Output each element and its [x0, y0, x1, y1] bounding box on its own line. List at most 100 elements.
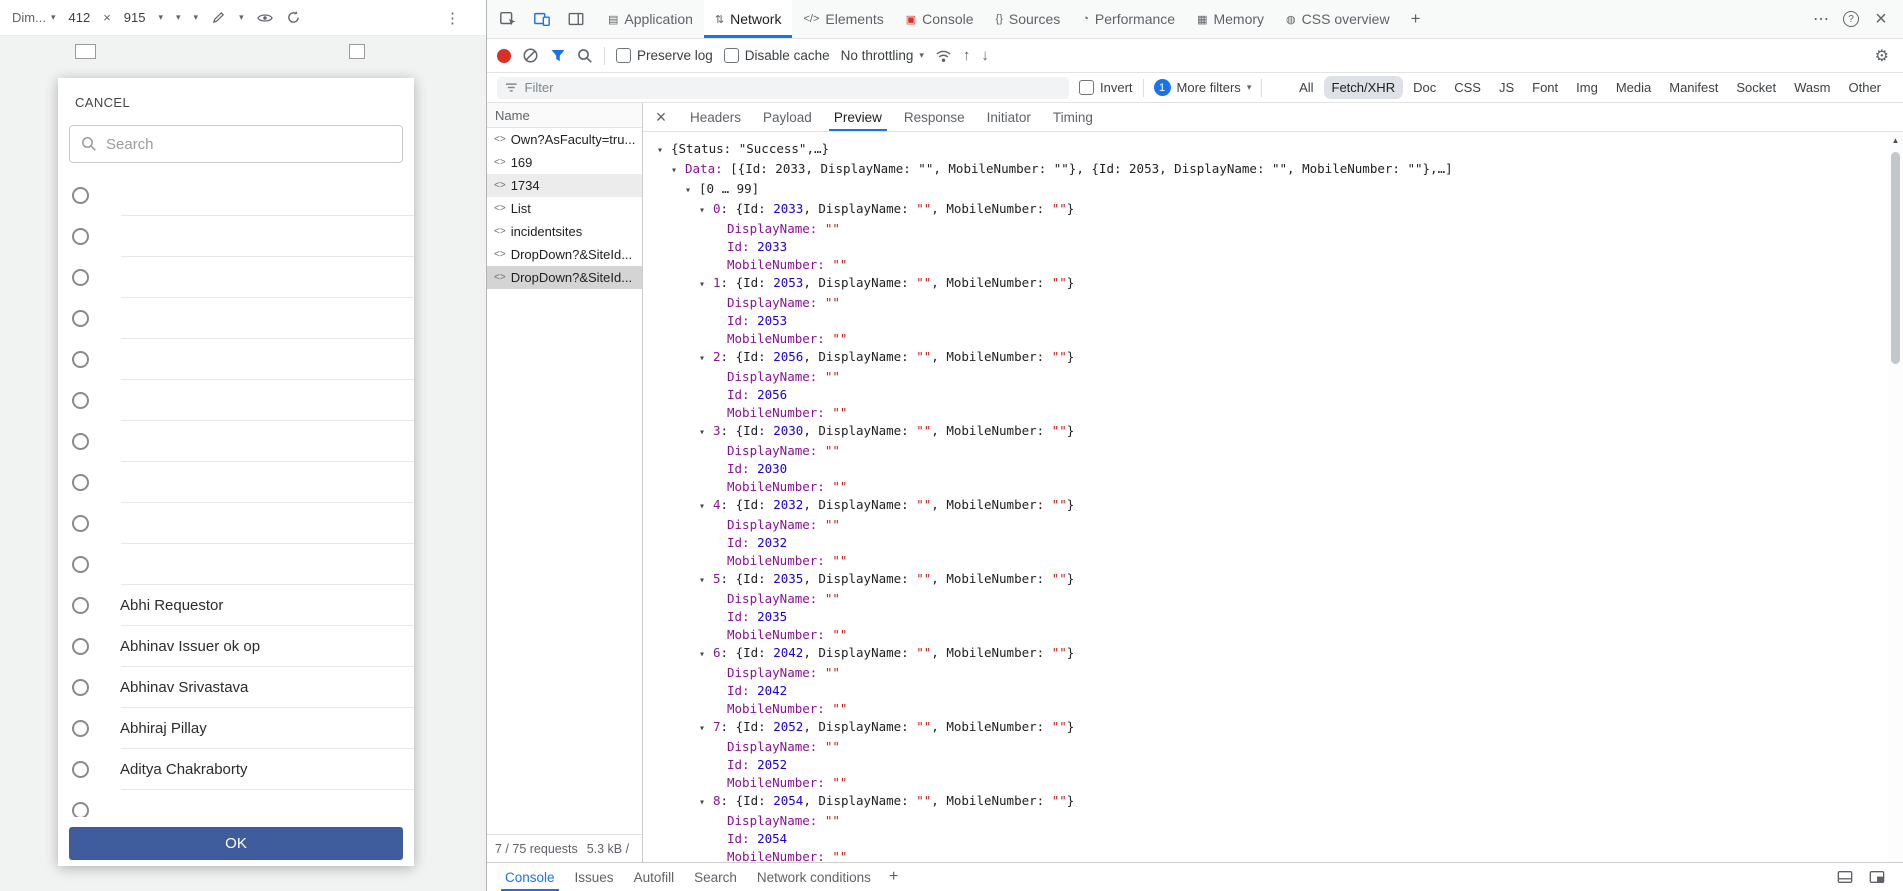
drawer-tab[interactable]: Issues	[565, 863, 624, 891]
device-toolbar-menu-icon[interactable]: ⋮	[445, 9, 460, 27]
help-icon[interactable]: ?	[1837, 5, 1865, 33]
disclosure-triangle-icon[interactable]: ▾	[699, 498, 713, 516]
person-row[interactable]: Abhinav Issuer ok op	[58, 626, 414, 667]
devtools-tab[interactable]: ◍ CSS overview	[1275, 0, 1401, 38]
item-mobilenumber-line[interactable]: MobileNumber: ""	[643, 626, 1903, 644]
page-input-box[interactable]	[75, 44, 96, 59]
request-type-pill[interactable]: Socket	[1728, 76, 1784, 99]
filter-icon[interactable]	[550, 48, 566, 63]
preserve-log-checkbox[interactable]: Preserve log	[616, 48, 713, 63]
disclosure-triangle-icon[interactable]: ▾	[699, 572, 713, 590]
item-id-line[interactable]: Id: 2035	[643, 608, 1903, 626]
disclosure-triangle-icon[interactable]: ▾	[699, 276, 713, 294]
details-tab[interactable]: Headers	[679, 103, 752, 131]
json-data-line[interactable]: ▾Data: [{Id: 2033, DisplayName: "", Mobi…	[643, 160, 1903, 180]
request-row[interactable]: <> Own?AsFaculty=tru...	[487, 128, 642, 151]
disclosure-triangle-icon[interactable]: ▾	[699, 720, 713, 738]
item-displayname-line[interactable]: DisplayName: ""	[643, 738, 1903, 756]
item-id-line[interactable]: Id: 2054	[643, 830, 1903, 848]
chevron-down-icon[interactable]: ▾	[239, 12, 244, 23]
item-displayname-line[interactable]: DisplayName: ""	[643, 220, 1903, 238]
disclosure-triangle-icon[interactable]: ▾	[671, 162, 685, 180]
invert-checkbox[interactable]: Invert	[1079, 80, 1133, 95]
radio-icon[interactable]	[72, 187, 89, 204]
request-type-pill[interactable]: JS	[1491, 76, 1522, 99]
disclosure-triangle-icon[interactable]: ▾	[699, 350, 713, 368]
dimensions-dropdown[interactable]: Dim... ▾	[12, 10, 55, 25]
checkbox-icon[interactable]	[724, 48, 739, 63]
devtools-tab[interactable]: ◔ Performance	[1071, 0, 1186, 38]
request-row[interactable]: <> 169	[487, 151, 642, 174]
details-tab[interactable]: Response	[893, 103, 976, 131]
item-mobilenumber-line[interactable]: MobileNumber: ""	[643, 330, 1903, 348]
scrollbar-up-arrow-icon[interactable]: ▲	[1888, 132, 1903, 145]
request-type-pill[interactable]: Media	[1608, 76, 1659, 99]
checkbox-icon[interactable]	[1079, 80, 1094, 95]
request-type-pill[interactable]: Manifest	[1661, 76, 1726, 99]
person-row[interactable]: Aditya Chakraborty	[58, 749, 414, 790]
request-type-pill[interactable]: Fetch/XHR	[1324, 76, 1404, 99]
radio-icon[interactable]	[72, 269, 89, 286]
item-mobilenumber-line[interactable]: MobileNumber: ""	[643, 848, 1903, 862]
person-row-empty[interactable]	[58, 216, 414, 257]
item-mobilenumber-line[interactable]: MobileNumber: ""	[643, 478, 1903, 496]
radio-icon[interactable]	[72, 720, 89, 737]
item-id-line[interactable]: Id: 2052	[643, 756, 1903, 774]
person-row-empty[interactable]	[58, 544, 414, 585]
radio-icon[interactable]	[72, 392, 89, 409]
chevron-down-icon[interactable]: ▾	[158, 12, 163, 23]
person-row-empty[interactable]	[58, 298, 414, 339]
add-tab-button[interactable]: +	[1401, 0, 1431, 38]
item-displayname-line[interactable]: DisplayName: ""	[643, 664, 1903, 682]
item-displayname-line[interactable]: DisplayName: ""	[643, 590, 1903, 608]
disclosure-triangle-icon[interactable]: ▾	[657, 142, 671, 160]
clear-network-log-icon[interactable]	[522, 47, 539, 64]
item-header-line[interactable]: ▾5: {Id: 2035, DisplayName: "", MobileNu…	[643, 570, 1903, 590]
chevron-down-icon[interactable]: ▾	[176, 12, 181, 23]
request-type-pill[interactable]: Img	[1568, 76, 1606, 99]
filter-input-box[interactable]	[497, 77, 1069, 99]
more-options-icon[interactable]: ⋯	[1807, 5, 1835, 33]
item-id-line[interactable]: Id: 2033	[643, 238, 1903, 256]
details-tab[interactable]: Timing	[1042, 103, 1104, 131]
details-tab[interactable]: Initiator	[976, 103, 1042, 131]
json-bucket-line[interactable]: ▾[0 … 99]	[643, 180, 1903, 200]
settings-gear-icon[interactable]: ⚙	[1875, 46, 1889, 66]
export-har-icon[interactable]: ↓	[981, 47, 989, 64]
item-header-line[interactable]: ▾8: {Id: 2054, DisplayName: "", MobileNu…	[643, 792, 1903, 812]
item-id-line[interactable]: Id: 2030	[643, 460, 1903, 478]
page-input-box[interactable]	[349, 44, 365, 59]
person-row[interactable]: Abhiraj Pillay	[58, 708, 414, 749]
person-row-empty[interactable]	[58, 257, 414, 298]
device-toolbar-toggle-icon[interactable]	[527, 4, 557, 34]
person-row-empty[interactable]	[58, 462, 414, 503]
item-id-line[interactable]: Id: 2032	[643, 534, 1903, 552]
person-row[interactable]: Abhi Requestor	[58, 585, 414, 626]
person-row[interactable]: Abhinav Srivastava	[58, 667, 414, 708]
item-mobilenumber-line[interactable]: MobileNumber: ""	[643, 404, 1903, 422]
item-id-line[interactable]: Id: 2056	[643, 386, 1903, 404]
request-row[interactable]: <> List	[487, 197, 642, 220]
radio-icon[interactable]	[72, 802, 89, 817]
disable-cache-checkbox[interactable]: Disable cache	[724, 48, 830, 63]
filter-input[interactable]	[525, 80, 1061, 95]
item-displayname-line[interactable]: DisplayName: ""	[643, 442, 1903, 460]
viewport-height-value[interactable]: 915	[124, 10, 146, 25]
item-header-line[interactable]: ▾2: {Id: 2056, DisplayName: "", MobileNu…	[643, 348, 1903, 368]
request-type-pill[interactable]: Wasm	[1786, 76, 1838, 99]
details-tab[interactable]: Preview	[823, 103, 893, 131]
modal-search-box[interactable]	[69, 125, 403, 163]
devtools-tab[interactable]: ▤ Application	[597, 0, 704, 38]
rotate-icon[interactable]	[286, 10, 301, 25]
item-displayname-line[interactable]: DisplayName: ""	[643, 294, 1903, 312]
preview-scrollbar[interactable]: ▲	[1888, 132, 1903, 862]
name-column-header[interactable]: Name	[487, 103, 642, 128]
item-header-line[interactable]: ▾4: {Id: 2032, DisplayName: "", MobileNu…	[643, 496, 1903, 516]
devtools-tab[interactable]: ▦ Memory	[1186, 0, 1275, 38]
radio-icon[interactable]	[72, 638, 89, 655]
json-root-line[interactable]: ▾{Status: "Success",…}	[643, 140, 1903, 160]
drawer-tab[interactable]: Autofill	[624, 863, 685, 891]
pen-icon[interactable]	[211, 10, 226, 25]
request-type-pill[interactable]: Doc	[1405, 76, 1444, 99]
request-row[interactable]: <> DropDown?&SiteId...	[487, 266, 642, 289]
